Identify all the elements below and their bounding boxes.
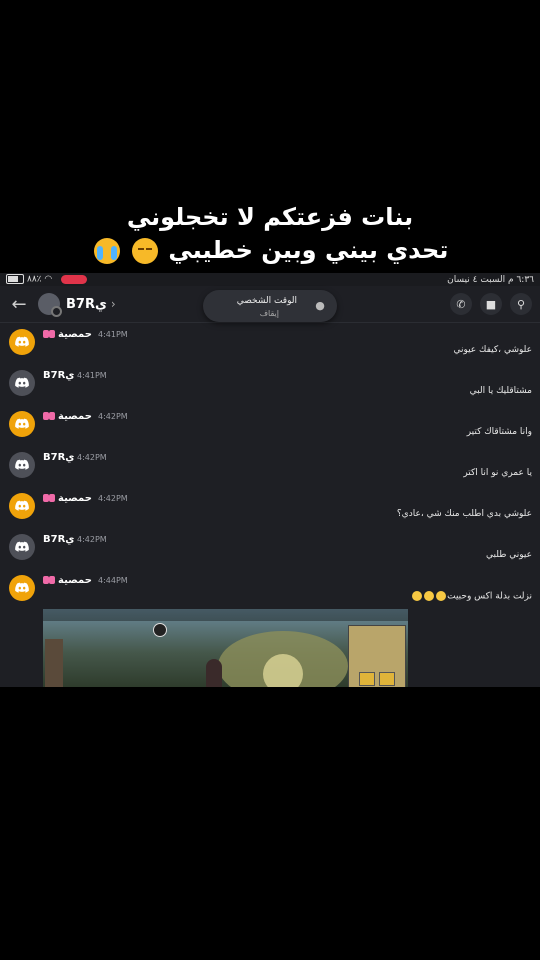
- chat-app-screen: ٨٨٪ ◠ ٦:٣٦ م السبت ٤ نيسان ← B7Rي › الوق…: [0, 273, 540, 687]
- header-actions: ✆ ■ ⚲: [450, 293, 532, 315]
- game-shop-panel: [348, 625, 406, 687]
- message-author[interactable]: B7Rي: [43, 370, 74, 381]
- recording-indicator: [61, 274, 88, 284]
- avatar[interactable]: [9, 329, 35, 355]
- avatar[interactable]: [9, 370, 35, 396]
- message-item[interactable]: B7Rي 4:41PM مشتاقليك يا البي: [0, 364, 540, 405]
- message-author-name: B7Rي: [43, 370, 75, 381]
- message-item[interactable]: حمصية 4:42PM علوشي بدي اطلب منك شي ،عادي؟: [0, 487, 540, 528]
- message-text: عيوني طلبي: [486, 550, 532, 560]
- message-text-content: يا عمري نو انا اكتر: [463, 468, 532, 478]
- message-author-name: حمصية: [58, 411, 92, 422]
- message-author-name: حمصية: [58, 329, 92, 340]
- battery-icon: [6, 274, 24, 285]
- arrow-left-icon[interactable]: ←: [8, 293, 30, 315]
- message-text: نزلت بدلة اكس وحبيت: [411, 591, 532, 602]
- message-author-name: B7Rي: [43, 534, 75, 545]
- message-text: يا عمري نو انا اكتر: [463, 468, 532, 478]
- search-icon[interactable]: ⚲: [510, 293, 532, 315]
- message-text-content: عيوني طلبي: [486, 550, 532, 560]
- avatar[interactable]: [9, 534, 35, 560]
- avatar[interactable]: [9, 411, 35, 437]
- chat-title[interactable]: B7Rي: [66, 297, 107, 312]
- message-author-name: حمصية: [58, 493, 92, 504]
- message-text-content: وانا مشتاقاك كتير: [466, 427, 532, 437]
- message-text-content: علوشي ،كيفك عيوني: [453, 345, 532, 355]
- status-bar: ٨٨٪ ◠ ٦:٣٦ م السبت ٤ نيسان: [0, 273, 540, 286]
- status-time-date: ٦:٣٦ م السبت ٤ نيسان: [447, 274, 534, 285]
- person-icon: ●: [315, 299, 325, 312]
- ribbon-icon: [43, 494, 55, 502]
- game-map-icon: [153, 623, 167, 637]
- disappointed-face-icon: [132, 238, 158, 264]
- message-item[interactable]: حمصية 4:42PM وانا مشتاقاك كتير: [0, 405, 540, 446]
- wifi-icon: ◠: [44, 274, 53, 285]
- message-timestamp: 4:42PM: [98, 494, 128, 503]
- message-text-content: نزلت بدلة اكس وحبيت: [447, 591, 532, 602]
- ribbon-icon: [43, 412, 55, 420]
- message-item[interactable]: B7Rي 4:42PM عيوني طلبي: [0, 528, 540, 569]
- status-left: ٨٨٪ ◠: [6, 274, 88, 285]
- message-author-name: حمصية: [58, 575, 92, 586]
- chevron-right-icon[interactable]: ›: [111, 297, 116, 311]
- battery-level: ٨٨٪: [27, 274, 42, 285]
- message-author[interactable]: حمصية: [43, 575, 92, 586]
- message-author[interactable]: B7Rي: [43, 534, 74, 545]
- ribbon-icon: [43, 330, 55, 338]
- message-author[interactable]: حمصية: [43, 329, 92, 340]
- message-text-content: علوشي بدي اطلب منك شي ،عادي؟: [396, 509, 532, 519]
- game-screenshot-attachment[interactable]: [43, 609, 408, 687]
- message-item[interactable]: حمصية 4:44PM نزلت بدلة اكس وحبيت: [0, 569, 540, 610]
- game-button: [359, 672, 375, 686]
- video-icon[interactable]: ■: [480, 293, 502, 315]
- message-text: علوشي بدي اطلب منك شي ،عادي؟: [397, 509, 532, 519]
- caption-line-2-text: تحدي بيني وبين خطيبي: [168, 236, 449, 264]
- message-text-content: مشتاقليك يا البي: [469, 386, 532, 396]
- message-text: مشتاقليك يا البي: [470, 386, 532, 396]
- grinning-face-icon: [424, 591, 435, 601]
- phone-icon[interactable]: ✆: [450, 293, 472, 315]
- caption-line-1: بنات فزعتكم لا تخجلوني: [126, 203, 414, 231]
- message-timestamp: 4:44PM: [98, 576, 128, 585]
- message-timestamp: 4:41PM: [77, 371, 107, 380]
- focus-mode-subtitle: إيقاف: [259, 309, 279, 318]
- grinning-face-icon: [436, 591, 447, 601]
- message-text: علوشي ،كيفك عيوني: [453, 345, 532, 355]
- game-character: [206, 659, 222, 687]
- crying-face-icon: [93, 238, 120, 264]
- presence-indicator: [51, 306, 62, 317]
- message-author[interactable]: حمصية: [43, 411, 92, 422]
- focus-mode-popup[interactable]: الوقت الشخصي إيقاف ●: [203, 290, 337, 322]
- ribbon-icon: [43, 576, 55, 584]
- game-side-panel: [45, 639, 63, 687]
- message-timestamp: 4:42PM: [77, 453, 107, 462]
- grinning-face-icon: [412, 591, 423, 601]
- cart-icon: [379, 672, 395, 686]
- message-author-name: B7Rي: [43, 452, 75, 463]
- avatar[interactable]: [38, 293, 62, 317]
- message-timestamp: 4:42PM: [98, 412, 128, 421]
- game-hud-bar: [43, 609, 408, 621]
- avatar[interactable]: [9, 493, 35, 519]
- message-timestamp: 4:41PM: [98, 330, 128, 339]
- message-text: وانا مشتاقاك كتير: [467, 427, 532, 437]
- message-author[interactable]: حمصية: [43, 493, 92, 504]
- message-item[interactable]: حمصية 4:41PM علوشي ،كيفك عيوني: [0, 323, 540, 364]
- message-list: حمصية 4:41PM علوشي ،كيفك عيوني B7Rي 4:41PM مش…: [0, 323, 540, 610]
- focus-mode-title: الوقت الشخصي: [236, 296, 297, 306]
- chat-header: ← B7Rي › الوقت الشخصي إيقاف ● ✆ ■ ⚲: [0, 286, 540, 323]
- message-timestamp: 4:42PM: [77, 535, 107, 544]
- message-item[interactable]: B7Rي 4:42PM يا عمري نو انا اكتر: [0, 446, 540, 487]
- avatar[interactable]: [9, 452, 35, 478]
- message-author[interactable]: B7Rي: [43, 452, 74, 463]
- avatar[interactable]: [9, 575, 35, 601]
- caption-line-2: تحدي بيني وبين خطيبي: [0, 236, 540, 264]
- game-glow: [263, 654, 303, 687]
